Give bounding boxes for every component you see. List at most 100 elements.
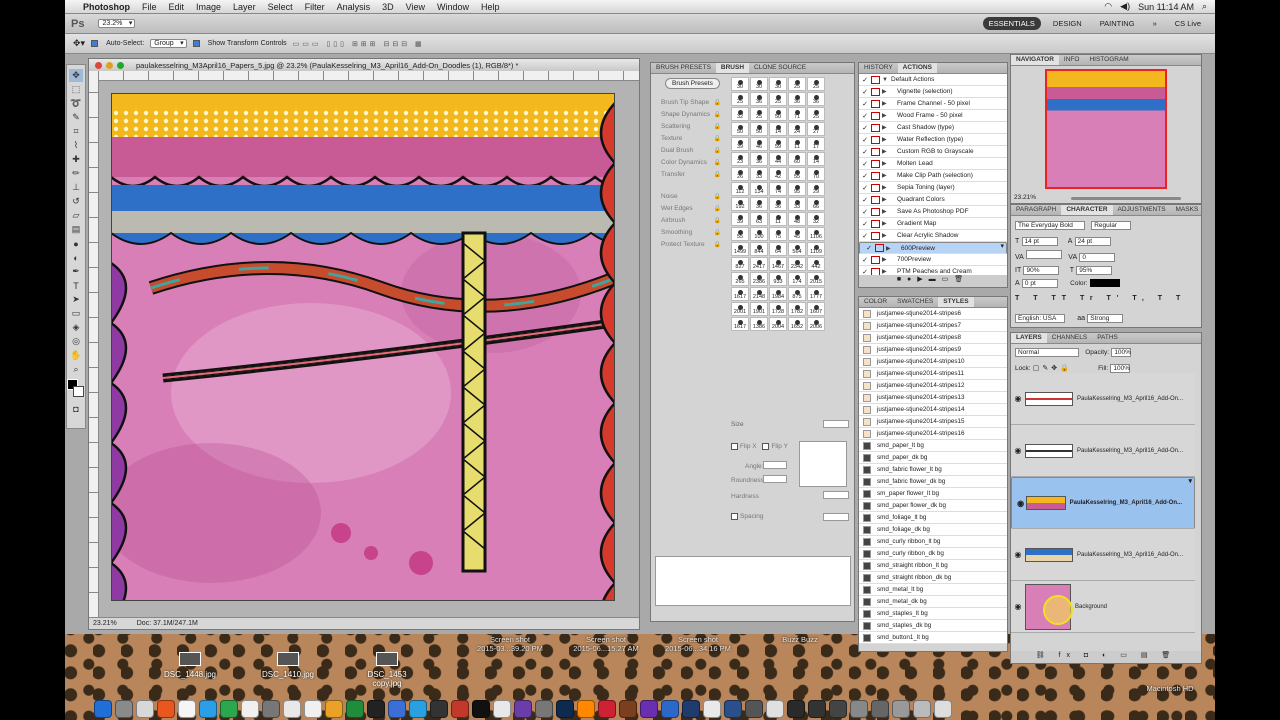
brush-tip[interactable]: 36 [788,92,806,106]
tab-paragraph[interactable]: PARAGRAPH [1011,205,1061,215]
visibility-eye-icon[interactable]: ◉ [1011,550,1025,559]
dock-app-icon[interactable] [766,700,784,718]
menu-analysis[interactable]: Analysis [331,2,377,12]
eraser-tool-icon[interactable]: ▱ [69,209,83,222]
action-dialog-toggle[interactable] [871,219,880,228]
action-item[interactable]: ✓ ▶ Molten Lead [859,158,1007,170]
flip-y-checkbox[interactable] [762,443,770,450]
brush-tip[interactable]: 33 [750,167,768,181]
brush-option[interactable]: Smoothing 🔒 [657,227,725,238]
style-item[interactable]: justjamee-stjune2014-stripes16 [859,428,1007,440]
action-toggle-icon[interactable]: ✓ [859,220,871,228]
brush-tip[interactable]: 442 [807,257,825,271]
disclosure-icon[interactable]: ▶ [882,112,891,119]
action-item[interactable]: ✓ ▶ Quadrant Colors [859,194,1007,206]
disclosure-icon[interactable]: ▶ [882,232,891,239]
style-item[interactable]: smd_button1_lt bg [859,632,1007,644]
move-tool-preset-icon[interactable]: ✥▾ [73,38,85,49]
quick-select-tool-icon[interactable]: ✎ [69,111,83,124]
brush-tip[interactable]: 174 [788,272,806,286]
3d-camera-tool-icon[interactable]: ◎ [69,335,83,348]
quick-mask-icon[interactable]: ◘ [69,402,83,415]
brush-option[interactable]: Color Dynamics 🔒 [657,157,725,168]
marquee-tool-icon[interactable]: ⬚ [69,83,83,96]
navigator-zoom-slider[interactable] [1071,197,1181,200]
brush-tip[interactable]: 30 [750,77,768,91]
brush-tip[interactable]: 2386 [750,272,768,286]
brush-tip[interactable]: 844 [750,242,768,256]
layer-row[interactable]: ◉ PaulaKesselring_M3_April16_Add-On... [1011,477,1195,529]
disclosure-icon[interactable]: ▶ [882,256,891,263]
clock[interactable]: Sun 11:14 AM [1138,2,1194,12]
dock-app-icon[interactable] [535,700,553,718]
action-dialog-toggle[interactable] [871,159,880,168]
brush-tip[interactable]: 11 [769,212,787,226]
action-item[interactable]: ✓ ▶ Gradient Map [859,218,1007,230]
brush-preview-circle[interactable] [799,441,847,487]
spacing-checkbox[interactable] [731,513,738,520]
hand-tool-icon[interactable]: ✋ [69,349,83,362]
dock-app-icon[interactable] [577,700,595,718]
brush-tip[interactable]: 26 [731,167,749,181]
brush-tip[interactable]: 1109 [807,242,825,256]
action-dialog-toggle[interactable] [871,87,880,96]
brush-tip[interactable]: 2342 [788,257,806,271]
action-toggle-icon[interactable]: ✓ [859,100,871,108]
action-item[interactable]: ✓ ▼ Default Actions [859,74,1007,86]
dock-app-icon[interactable] [346,700,364,718]
brush-tip[interactable]: 112 [731,182,749,196]
dock-app-icon[interactable] [745,700,763,718]
visibility-eye-icon[interactable]: ◉ [1011,446,1025,455]
lock-icon[interactable]: 🔒 [714,217,721,224]
brush-tip[interactable]: 1777 [807,287,825,301]
document-title-bar[interactable]: paulakesselring_M3April16_Papers_5.jpg @… [89,59,639,71]
menu-file[interactable]: File [136,2,163,12]
shape-tool-icon[interactable]: ▭ [69,307,83,320]
minimize-icon[interactable] [106,61,113,69]
tab-history[interactable]: HISTORY [859,63,898,73]
tab-swatches[interactable]: SWATCHES [892,297,938,307]
brush-tip[interactable]: 66 [807,197,825,211]
move-tool-icon[interactable]: ✥ [69,69,83,82]
faux-style-buttons[interactable]: T T TT Tr T' T, T T [1015,295,1186,302]
lasso-tool-icon[interactable]: ➰ [69,97,83,110]
action-item[interactable]: ✓ ▶ Water Reflection (type) [859,134,1007,146]
desktop-screenshot[interactable]: Screen shot 2015-06...15.27 AM [566,635,646,653]
action-dialog-toggle[interactable] [871,171,880,180]
style-item[interactable]: justjamee-stjune2014-stripes15 [859,416,1007,428]
font-size-field[interactable]: 14 pt [1021,237,1058,246]
brush-tip[interactable]: 45 [788,227,806,241]
action-toggle-icon[interactable]: ✓ [859,208,871,216]
brush-tip[interactable]: 100 [750,227,768,241]
dock-app-icon[interactable] [724,700,742,718]
lock-icons[interactable]: ▢✎✥🔒 [1033,365,1072,372]
brush-option[interactable]: Wet Edges 🔒 [657,203,725,214]
action-dialog-toggle[interactable] [871,255,880,264]
action-dialog-toggle[interactable] [871,195,880,204]
close-icon[interactable] [95,61,102,69]
brush-size-field[interactable] [823,420,849,428]
tab-clone-source[interactable]: CLONE SOURCE [749,63,811,73]
antialias-select[interactable]: Strong [1087,314,1124,323]
brush-tip[interactable]: 59 [769,137,787,151]
ruler-horizontal[interactable] [99,71,639,81]
disclosure-icon[interactable]: ▶ [882,160,891,167]
brush-tip[interactable]: 50 [731,122,749,136]
document-zoom[interactable]: 23.21% [93,620,117,627]
dock-app-icon[interactable] [178,700,196,718]
action-item[interactable]: ✓ ▶ Make Clip Path (selection) [859,170,1007,182]
dock-app-icon[interactable] [451,700,469,718]
desktop-file[interactable]: DSC_1410.jpg [258,652,318,679]
brush-tip[interactable]: 2015 [807,272,825,286]
lock-icon[interactable]: 🔒 [714,193,721,200]
action-toggle-icon[interactable]: ✓ [859,172,871,180]
action-dialog-toggle[interactable] [871,123,880,132]
lock-icon[interactable]: 🔒 [714,229,721,236]
lock-icon[interactable]: 🔒 [714,111,721,118]
brush-tip[interactable]: 134 [750,182,768,196]
color-swatches[interactable] [67,379,85,401]
horizontal-scale-field[interactable]: 95% [1076,266,1113,275]
desktop-file[interactable]: DSC_1448.jpg [160,652,220,679]
style-item[interactable]: smd_paper_dk bg [859,452,1007,464]
vertical-scale-field[interactable]: 90% [1023,266,1060,275]
